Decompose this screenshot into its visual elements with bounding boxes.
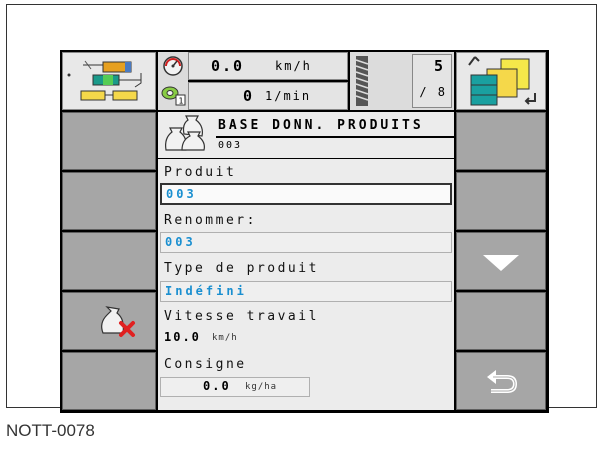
vitesse-travail-label: Vitesse travail (164, 309, 319, 324)
scroll-down-button[interactable] (456, 232, 546, 290)
rpm-value: 0 (243, 87, 255, 105)
renommer-field[interactable]: 003 (160, 232, 452, 253)
tramline-counter: 5 / 8 (412, 54, 452, 108)
produit-label: Produit (164, 165, 237, 180)
tramline-total: / 8 (419, 85, 447, 99)
speed-unit: km/h (275, 59, 312, 73)
section-map-icon (457, 53, 545, 109)
type-produit-value: Indéfini (165, 284, 247, 298)
rpm-sensor-icon: 1 (161, 86, 186, 106)
left-softkey-3[interactable] (62, 232, 156, 290)
renommer-label: Renommer: (164, 213, 257, 228)
vitesse-travail-value: 10.0 (164, 330, 201, 344)
tramline-current: 5 (433, 57, 445, 75)
rpm-readout: 0 1/min (188, 82, 348, 110)
tramline-panel: 5 / 8 (350, 52, 454, 110)
left-softkey-1[interactable] (62, 112, 156, 170)
svg-text:1: 1 (179, 97, 184, 106)
page-subtitle: 003 (218, 140, 243, 151)
rpm-unit: 1/min (265, 89, 312, 103)
left-softkey-5[interactable] (62, 352, 156, 410)
gauge-icon-column: 1 (158, 52, 188, 110)
header-divider (158, 158, 454, 159)
section-map-button[interactable] (456, 52, 546, 110)
vitesse-travail-unit: km/h (212, 333, 238, 343)
right-softkey-4[interactable] (456, 292, 546, 350)
product-bags-icon (165, 115, 205, 151)
arrow-down-icon (483, 255, 519, 271)
right-softkey-2[interactable] (456, 172, 546, 230)
page-title: BASE DONN. PRODUITS (218, 118, 424, 133)
machine-map-button[interactable] (62, 52, 156, 110)
delete-product-icon (101, 306, 135, 337)
right-softkey-1[interactable] (456, 112, 546, 170)
figure-caption: NOTT-0078 (6, 421, 95, 440)
back-button[interactable] (456, 352, 546, 410)
isobus-terminal-screen: 1 0.0 km/h 0 1/min 5 / 8 BASE DONN. PROD… (60, 50, 549, 413)
consigne-unit: kg/ha (245, 382, 278, 392)
consigne-field[interactable]: 0.0 kg/ha (160, 377, 310, 397)
machine-map-icon (63, 53, 155, 109)
type-produit-field[interactable]: Indéfini (160, 281, 452, 302)
speedometer-icon (163, 56, 183, 76)
delete-product-button[interactable] (62, 292, 156, 350)
tire-track-icon (355, 56, 369, 106)
consigne-label: Consigne (164, 357, 247, 372)
speed-value: 0.0 (211, 57, 245, 75)
title-underline (216, 136, 454, 138)
speed-readout: 0.0 km/h (188, 52, 348, 80)
left-softkey-2[interactable] (62, 172, 156, 230)
renommer-value: 003 (165, 235, 196, 249)
vitesse-travail-field[interactable]: 10.0 km/h (160, 329, 310, 349)
back-return-icon (487, 370, 518, 393)
produit-value: 003 (166, 187, 197, 201)
produit-field[interactable]: 003 (160, 183, 452, 205)
type-produit-label: Type de produit (164, 261, 319, 276)
consigne-value: 0.0 (203, 379, 231, 393)
content-panel: BASE DONN. PRODUITS 003 Produit 003 Reno… (158, 112, 454, 410)
